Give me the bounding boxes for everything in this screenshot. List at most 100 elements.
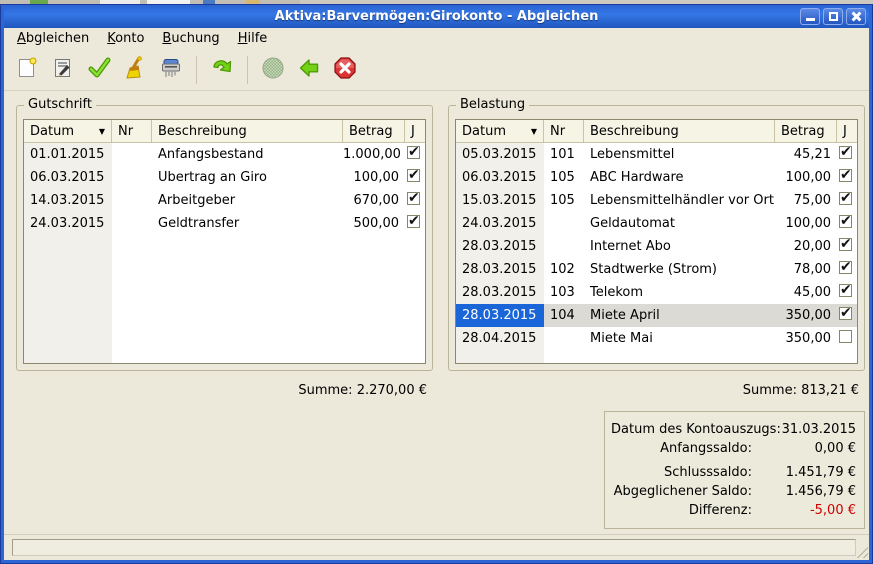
table-row[interactable]: 05.03.2015101Lebensmittel45,21	[456, 143, 857, 166]
table-row[interactable]: 06.03.2015105ABC Hardware100,00	[456, 166, 857, 189]
cancel-button[interactable]	[327, 52, 363, 88]
table-row[interactable]: 28.04.2015Miete Mai350,00	[456, 327, 857, 350]
credit-sum-value: 2.270,00 €	[357, 383, 427, 398]
cell-date: 24.03.2015	[24, 216, 112, 231]
column-header-datum[interactable]: Datum▼	[24, 120, 112, 142]
reconciled-checkbox[interactable]	[839, 307, 852, 320]
main-area: Gutschrift Datum▼NrBeschreibungBetragJ01…	[4, 91, 869, 534]
menu-hilfe[interactable]: Hilfe	[229, 29, 277, 49]
cell-amount: 350,00	[775, 308, 837, 323]
column-header-j[interactable]: J	[837, 120, 858, 142]
column-header-betrag[interactable]: Betrag	[775, 120, 837, 142]
minimize-button[interactable]	[800, 8, 820, 25]
cancel-icon	[333, 56, 357, 84]
reconciled-checkbox[interactable]	[407, 192, 420, 205]
reconciled-checkbox[interactable]	[839, 284, 852, 297]
cell-nr: 102	[544, 262, 584, 277]
table-row[interactable]: 28.03.2015103Telekom45,00	[456, 281, 857, 304]
cell-nr: 105	[544, 193, 584, 208]
close-button[interactable]	[846, 8, 866, 25]
cell-reconciled	[837, 307, 858, 324]
edit-document-icon	[51, 56, 75, 84]
column-header-nr[interactable]: Nr	[544, 120, 584, 142]
table-row[interactable]: 28.03.2015104Miete April350,00	[456, 304, 857, 327]
sort-descending-icon: ▼	[531, 127, 539, 136]
finish-sphere-button[interactable]	[255, 52, 291, 88]
column-header-beschreibung[interactable]: Beschreibung	[152, 120, 343, 142]
table-row[interactable]: 14.03.2015Arbeitgeber670,00	[24, 189, 425, 212]
minimize-icon	[806, 18, 815, 21]
cell-desc: Miete Mai	[584, 331, 775, 346]
reconcile-window: Aktiva:Barvermögen:Girokonto - Abgleiche…	[0, 4, 873, 564]
column-header-beschreibung[interactable]: Beschreibung	[584, 120, 775, 142]
open-arrow-button[interactable]	[204, 52, 240, 88]
reconciled-checkbox[interactable]	[839, 169, 852, 182]
open-arrow-icon	[210, 56, 234, 84]
cell-nr: 101	[544, 147, 584, 162]
title-bar[interactable]: Aktiva:Barvermögen:Girokonto - Abgleiche…	[4, 5, 869, 28]
table-row[interactable]: 28.03.2015Internet Abo20,00	[456, 235, 857, 258]
column-header-betrag[interactable]: Betrag	[343, 120, 405, 142]
menu-buchung[interactable]: Buchung	[153, 29, 228, 49]
table-row[interactable]: 24.03.2015Geldtransfer500,00	[24, 212, 425, 235]
status-area	[4, 534, 869, 560]
cell-amount: 45,21	[775, 147, 837, 162]
reconciled-checkbox[interactable]	[839, 192, 852, 205]
table-row[interactable]: 24.03.2015Geldautomat100,00	[456, 212, 857, 235]
reconciled-checkbox[interactable]	[839, 215, 852, 228]
cell-reconciled	[837, 146, 858, 163]
broom-button[interactable]	[117, 52, 153, 88]
table-header: Datum▼NrBeschreibungBetragJ	[456, 120, 857, 143]
reconciled-checkbox[interactable]	[407, 169, 420, 182]
credit-table[interactable]: Datum▼NrBeschreibungBetragJ01.01.2015Anf…	[23, 119, 426, 364]
new-document-button[interactable]	[9, 52, 45, 88]
credit-sum: Summe: 2.270,00 €	[16, 383, 433, 401]
table-row[interactable]: 15.03.2015105Lebensmittelhändler vor Ort…	[456, 189, 857, 212]
reconciled-checkbox[interactable]	[839, 261, 852, 274]
summary-label: Differenz:	[689, 501, 752, 520]
shredder-button[interactable]	[153, 52, 189, 88]
cell-amount: 350,00	[775, 331, 837, 346]
credit-groupbox: Gutschrift Datum▼NrBeschreibungBetragJ01…	[16, 105, 433, 371]
summary-row: Schlusssaldo:1.451,79 €	[611, 463, 856, 482]
postpone-arrow-icon	[297, 56, 321, 84]
resize-grip-icon[interactable]	[854, 544, 868, 558]
cell-desc: Anfangsbestand	[152, 147, 343, 162]
cell-reconciled	[405, 169, 426, 186]
reconciled-checkbox[interactable]	[839, 146, 852, 159]
cell-date: 06.03.2015	[24, 170, 112, 185]
reconciled-checkbox[interactable]	[839, 330, 852, 343]
cell-date: 28.03.2015	[456, 304, 544, 327]
cell-desc: Internet Abo	[584, 239, 775, 254]
debit-column: Belastung Datum▼NrBeschreibungBetragJ05.…	[448, 105, 865, 534]
cell-date: 14.03.2015	[24, 193, 112, 208]
reconciled-checkbox[interactable]	[407, 146, 420, 159]
column-header-nr[interactable]: Nr	[112, 120, 152, 142]
cell-nr: 104	[544, 308, 584, 323]
summary-label: Datum des Kontoauszugs:	[611, 420, 781, 439]
cell-amount: 100,00	[775, 170, 837, 185]
summary-label: Abgeglichener Saldo:	[614, 482, 752, 501]
cell-desc: ABC Hardware	[584, 170, 775, 185]
column-header-datum[interactable]: Datum▼	[456, 120, 544, 142]
debit-sum-value: 813,21 €	[801, 383, 859, 398]
reconcile-check-button[interactable]	[81, 52, 117, 88]
toolbar-separator	[196, 56, 197, 84]
cell-date: 06.03.2015	[456, 170, 544, 185]
table-row[interactable]: 06.03.2015Übertrag an Giro100,00	[24, 166, 425, 189]
reconciled-checkbox[interactable]	[407, 215, 420, 228]
debit-table[interactable]: Datum▼NrBeschreibungBetragJ05.03.2015101…	[455, 119, 858, 364]
status-bar	[12, 539, 856, 556]
menu-abgleichen[interactable]: Abgleichen	[8, 29, 98, 49]
edit-document-button[interactable]	[45, 52, 81, 88]
cell-desc: Lebensmittel	[584, 147, 775, 162]
table-row[interactable]: 28.03.2015102Stadtwerke (Strom)78,00	[456, 258, 857, 281]
maximize-button[interactable]	[823, 8, 843, 25]
table-row[interactable]: 01.01.2015Anfangsbestand1.000,00	[24, 143, 425, 166]
postpone-arrow-button[interactable]	[291, 52, 327, 88]
reconciled-checkbox[interactable]	[839, 238, 852, 251]
new-document-icon	[15, 56, 39, 84]
menu-konto[interactable]: Konto	[98, 29, 153, 49]
column-header-j[interactable]: J	[405, 120, 426, 142]
summary-value: 1.451,79 €	[752, 463, 856, 482]
